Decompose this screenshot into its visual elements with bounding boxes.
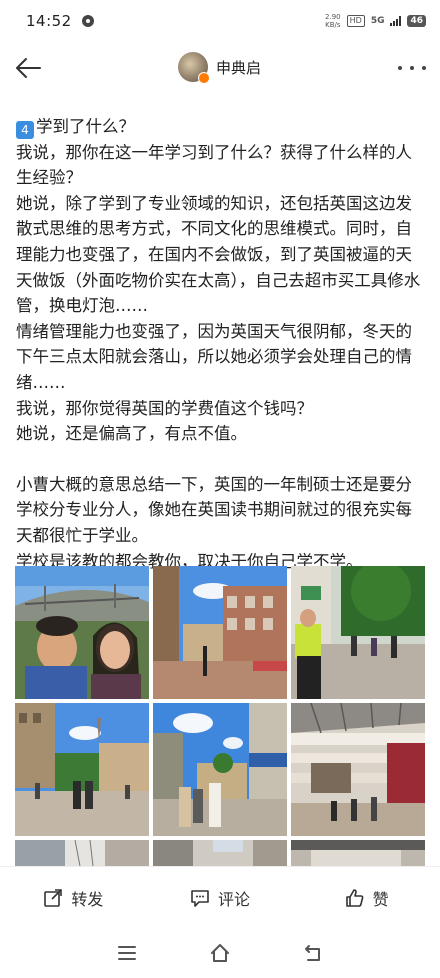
comment-icon — [191, 889, 209, 907]
back-arrow-icon — [16, 58, 41, 78]
like-label: 赞 — [372, 889, 389, 909]
heading-text: 学到了什么？ — [36, 117, 135, 136]
photo-shopping-street[interactable] — [153, 703, 287, 836]
post-summary: 小曹大概的意思总结一下，英国的一年制硕士还是要分学校分专业分人，像她在英国读书期… — [16, 474, 412, 545]
photo-street-buildings[interactable] — [153, 566, 287, 699]
speed-value: 2.90 — [325, 13, 341, 21]
back-button[interactable] — [12, 52, 44, 84]
post-paragraph: 我说，那你在这一年学习到了什么？获得了什么样的人生经验？ — [16, 142, 412, 188]
status-bar: 14:52 2.90 KB/s HD 5G 46 — [0, 0, 440, 42]
notification-icon — [81, 15, 94, 27]
post-paragraph: 她说，还是偏高了，有点不值。 — [16, 424, 247, 444]
top-nav-bar: 申典启 — [0, 44, 440, 92]
photo-partial-2[interactable] — [153, 840, 287, 866]
comment-button[interactable]: 评论 — [147, 867, 294, 928]
status-time: 14:52 — [26, 12, 72, 30]
keycap-number-icon: 4 — [16, 121, 34, 139]
post-body: 4 学到了什么？ 我说，那你在这一年学习到了什么？获得了什么样的人生经验？ 她说，… — [16, 114, 426, 574]
dot-icon — [398, 66, 402, 70]
system-back-icon[interactable] — [302, 942, 324, 964]
status-indicators: 2.90 KB/s HD 5G 46 — [325, 13, 426, 29]
photo-bridge-selfie[interactable] — [15, 566, 149, 699]
dot-icon — [410, 66, 414, 70]
thumbs-up-icon — [345, 888, 364, 907]
photo-shopping-mall[interactable] — [291, 703, 425, 836]
photo-town-square[interactable] — [15, 703, 149, 836]
repost-icon — [44, 888, 63, 907]
author-name[interactable]: 申典启 — [216, 57, 261, 78]
photo-partial-1[interactable] — [15, 840, 149, 866]
system-nav-bar — [0, 928, 440, 978]
home-icon[interactable] — [209, 942, 231, 964]
comment-label: 评论 — [218, 889, 251, 909]
post-action-bar: 转发 评论 赞 — [0, 866, 440, 928]
repost-button[interactable]: 转发 — [0, 867, 147, 928]
avatar[interactable] — [178, 52, 210, 84]
photo-pedestrian-street[interactable] — [291, 566, 425, 699]
menu-icon[interactable] — [116, 942, 138, 964]
post-paragraph: 我说，那你觉得英国的学费值这个钱吗？ — [16, 398, 313, 418]
photo-partial-3[interactable] — [291, 840, 425, 866]
more-options-button[interactable] — [398, 52, 426, 84]
post-heading: 4 学到了什么？ — [16, 114, 426, 140]
battery-icon: 46 — [407, 15, 426, 27]
network-type: 5G — [370, 16, 385, 26]
network-speed: 2.90 KB/s — [325, 13, 341, 29]
like-button[interactable]: 赞 — [293, 867, 440, 928]
dot-icon — [422, 66, 426, 70]
post-paragraph: 情绪管理能力也变强了，因为英国天气很阴郁，冬天的下午三点太阳就会落山，所以她必须… — [16, 321, 412, 392]
hd-badge: HD — [346, 15, 365, 27]
post-paragraph: 她说，除了学到了专业领域的知识，还包括英国这边发散式思维的思考方式，不同文化的思… — [16, 193, 421, 316]
verified-badge-icon — [198, 72, 210, 84]
signal-icon — [390, 16, 402, 26]
repost-label: 转发 — [71, 889, 104, 909]
author-info[interactable]: 申典启 — [178, 52, 261, 84]
speed-unit: KB/s — [325, 21, 341, 29]
